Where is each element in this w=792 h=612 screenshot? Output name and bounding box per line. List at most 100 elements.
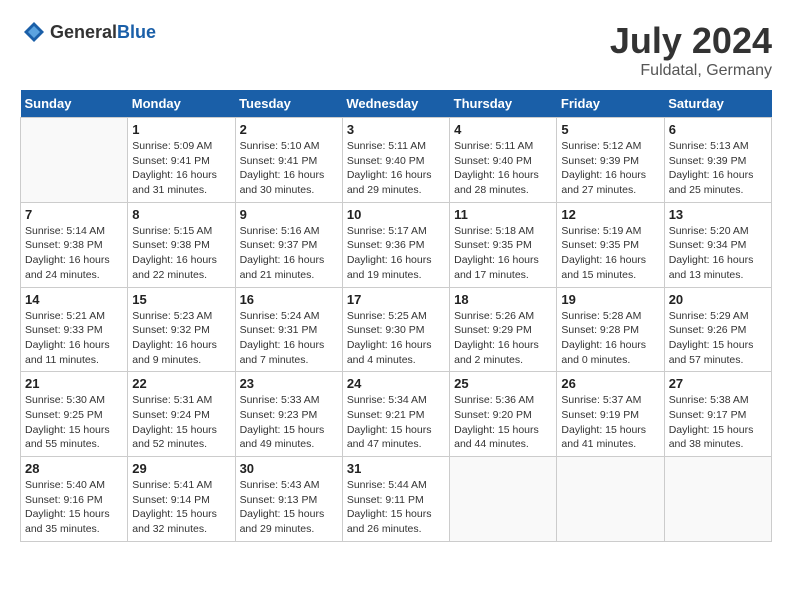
- weekday-header-wednesday: Wednesday: [342, 90, 449, 118]
- day-number: 20: [669, 292, 767, 307]
- weekday-header-saturday: Saturday: [664, 90, 771, 118]
- day-number: 2: [240, 122, 338, 137]
- calendar-day-cell: 16Sunrise: 5:24 AMSunset: 9:31 PMDayligh…: [235, 287, 342, 372]
- day-number: 29: [132, 461, 230, 476]
- calendar-week-row: 7 Sunrise: 5:14 AMSunset: 9:38 PMDaylight…: [21, 202, 772, 287]
- calendar-day-cell: 1 Sunrise: 5:09 AMSunset: 9:41 PMDaylight…: [128, 118, 235, 203]
- day-info: Sunrise: 5:28 AMSunset: 9:28 PMDaylight:…: [561, 309, 659, 368]
- day-number: 4: [454, 122, 552, 137]
- day-info: Sunrise: 5:11 AMSunset: 9:40 PMDaylight:…: [347, 139, 445, 198]
- calendar-week-row: 28 Sunrise: 5:40 AMSunset: 9:16 PMDayligh…: [21, 457, 772, 542]
- calendar-day-cell: 22 Sunrise: 5:31 AMSunset: 9:24 PMDayligh…: [128, 372, 235, 457]
- weekday-header-row: SundayMondayTuesdayWednesdayThursdayFrid…: [21, 90, 772, 118]
- calendar-day-cell: 26Sunrise: 5:37 AMSunset: 9:19 PMDayligh…: [557, 372, 664, 457]
- day-info: Sunrise: 5:09 AMSunset: 9:41 PMDaylight:…: [132, 139, 230, 198]
- day-number: 28: [25, 461, 123, 476]
- logo-icon: [22, 20, 46, 44]
- day-number: 5: [561, 122, 659, 137]
- day-info: Sunrise: 5:21 AMSunset: 9:33 PMDaylight:…: [25, 309, 123, 368]
- day-info: Sunrise: 5:30 AMSunset: 9:25 PMDaylight:…: [25, 393, 123, 452]
- day-info: Sunrise: 5:15 AMSunset: 9:38 PMDaylight:…: [132, 224, 230, 283]
- location-subtitle: Fuldatal, Germany: [610, 62, 772, 80]
- day-info: Sunrise: 5:34 AMSunset: 9:21 PMDaylight:…: [347, 393, 445, 452]
- day-info: Sunrise: 5:18 AMSunset: 9:35 PMDaylight:…: [454, 224, 552, 283]
- calendar-day-cell: 9 Sunrise: 5:16 AMSunset: 9:37 PMDaylight…: [235, 202, 342, 287]
- logo-blue-text: Blue: [117, 22, 156, 42]
- calendar-week-row: 14 Sunrise: 5:21 AMSunset: 9:33 PMDayligh…: [21, 287, 772, 372]
- day-number: 17: [347, 292, 445, 307]
- calendar-day-cell: 11 Sunrise: 5:18 AMSunset: 9:35 PMDayligh…: [450, 202, 557, 287]
- calendar-day-cell: 2Sunrise: 5:10 AMSunset: 9:41 PMDaylight…: [235, 118, 342, 203]
- day-info: Sunrise: 5:16 AMSunset: 9:37 PMDaylight:…: [240, 224, 338, 283]
- calendar-day-cell: 14 Sunrise: 5:21 AMSunset: 9:33 PMDayligh…: [21, 287, 128, 372]
- day-info: Sunrise: 5:29 AMSunset: 9:26 PMDaylight:…: [669, 309, 767, 368]
- day-info: Sunrise: 5:17 AMSunset: 9:36 PMDaylight:…: [347, 224, 445, 283]
- day-number: 27: [669, 376, 767, 391]
- day-number: 22: [132, 376, 230, 391]
- day-number: 14: [25, 292, 123, 307]
- day-number: 19: [561, 292, 659, 307]
- calendar-day-cell: 17 Sunrise: 5:25 AMSunset: 9:30 PMDayligh…: [342, 287, 449, 372]
- calendar-day-cell: [664, 457, 771, 542]
- calendar-week-row: 21Sunrise: 5:30 AMSunset: 9:25 PMDayligh…: [21, 372, 772, 457]
- day-info: Sunrise: 5:36 AMSunset: 9:20 PMDaylight:…: [454, 393, 552, 452]
- day-number: 11: [454, 207, 552, 222]
- logo-general-text: General: [50, 22, 117, 42]
- day-info: Sunrise: 5:31 AMSunset: 9:24 PMDaylight:…: [132, 393, 230, 452]
- calendar-day-cell: 27 Sunrise: 5:38 AMSunset: 9:17 PMDayligh…: [664, 372, 771, 457]
- calendar-day-cell: 3Sunrise: 5:11 AMSunset: 9:40 PMDaylight…: [342, 118, 449, 203]
- day-number: 18: [454, 292, 552, 307]
- day-number: 13: [669, 207, 767, 222]
- day-number: 6: [669, 122, 767, 137]
- calendar-day-cell: 21Sunrise: 5:30 AMSunset: 9:25 PMDayligh…: [21, 372, 128, 457]
- day-info: Sunrise: 5:20 AMSunset: 9:34 PMDaylight:…: [669, 224, 767, 283]
- day-number: 12: [561, 207, 659, 222]
- day-info: Sunrise: 5:26 AMSunset: 9:29 PMDaylight:…: [454, 309, 552, 368]
- calendar-day-cell: 15Sunrise: 5:23 AMSunset: 9:32 PMDayligh…: [128, 287, 235, 372]
- calendar-day-cell: 8 Sunrise: 5:15 AMSunset: 9:38 PMDaylight…: [128, 202, 235, 287]
- calendar-day-cell: 7 Sunrise: 5:14 AMSunset: 9:38 PMDaylight…: [21, 202, 128, 287]
- calendar-day-cell: 31 Sunrise: 5:44 AMSunset: 9:11 PMDayligh…: [342, 457, 449, 542]
- day-number: 1: [132, 122, 230, 137]
- weekday-header-thursday: Thursday: [450, 90, 557, 118]
- day-info: Sunrise: 5:38 AMSunset: 9:17 PMDaylight:…: [669, 393, 767, 452]
- calendar-day-cell: 6Sunrise: 5:13 AMSunset: 9:39 PMDaylight…: [664, 118, 771, 203]
- calendar-day-cell: 30Sunrise: 5:43 AMSunset: 9:13 PMDayligh…: [235, 457, 342, 542]
- day-info: Sunrise: 5:44 AMSunset: 9:11 PMDaylight:…: [347, 478, 445, 537]
- calendar-day-cell: [557, 457, 664, 542]
- logo: GeneralBlue: [20, 20, 156, 44]
- day-info: Sunrise: 5:23 AMSunset: 9:32 PMDaylight:…: [132, 309, 230, 368]
- day-number: 23: [240, 376, 338, 391]
- day-number: 9: [240, 207, 338, 222]
- calendar-day-cell: 24 Sunrise: 5:34 AMSunset: 9:21 PMDayligh…: [342, 372, 449, 457]
- day-info: Sunrise: 5:11 AMSunset: 9:40 PMDaylight:…: [454, 139, 552, 198]
- day-number: 26: [561, 376, 659, 391]
- weekday-header-friday: Friday: [557, 90, 664, 118]
- page-header: GeneralBlue July 2024 Fuldatal, Germany: [20, 20, 772, 80]
- calendar-table: SundayMondayTuesdayWednesdayThursdayFrid…: [20, 90, 772, 542]
- weekday-header-sunday: Sunday: [21, 90, 128, 118]
- title-section: July 2024 Fuldatal, Germany: [610, 20, 772, 80]
- day-info: Sunrise: 5:19 AMSunset: 9:35 PMDaylight:…: [561, 224, 659, 283]
- day-number: 7: [25, 207, 123, 222]
- day-number: 25: [454, 376, 552, 391]
- day-info: Sunrise: 5:14 AMSunset: 9:38 PMDaylight:…: [25, 224, 123, 283]
- day-number: 31: [347, 461, 445, 476]
- day-info: Sunrise: 5:25 AMSunset: 9:30 PMDaylight:…: [347, 309, 445, 368]
- calendar-day-cell: 29 Sunrise: 5:41 AMSunset: 9:14 PMDayligh…: [128, 457, 235, 542]
- day-number: 8: [132, 207, 230, 222]
- calendar-day-cell: 23 Sunrise: 5:33 AMSunset: 9:23 PMDayligh…: [235, 372, 342, 457]
- calendar-day-cell: [450, 457, 557, 542]
- calendar-day-cell: 20 Sunrise: 5:29 AMSunset: 9:26 PMDayligh…: [664, 287, 771, 372]
- calendar-day-cell: 28 Sunrise: 5:40 AMSunset: 9:16 PMDayligh…: [21, 457, 128, 542]
- day-number: 10: [347, 207, 445, 222]
- day-info: Sunrise: 5:41 AMSunset: 9:14 PMDaylight:…: [132, 478, 230, 537]
- calendar-day-cell: 5Sunrise: 5:12 AMSunset: 9:39 PMDaylight…: [557, 118, 664, 203]
- day-info: Sunrise: 5:33 AMSunset: 9:23 PMDaylight:…: [240, 393, 338, 452]
- calendar-day-cell: 19 Sunrise: 5:28 AMSunset: 9:28 PMDayligh…: [557, 287, 664, 372]
- day-info: Sunrise: 5:40 AMSunset: 9:16 PMDaylight:…: [25, 478, 123, 537]
- day-number: 24: [347, 376, 445, 391]
- calendar-day-cell: 10 Sunrise: 5:17 AMSunset: 9:36 PMDayligh…: [342, 202, 449, 287]
- calendar-week-row: 1 Sunrise: 5:09 AMSunset: 9:41 PMDaylight…: [21, 118, 772, 203]
- calendar-day-cell: [21, 118, 128, 203]
